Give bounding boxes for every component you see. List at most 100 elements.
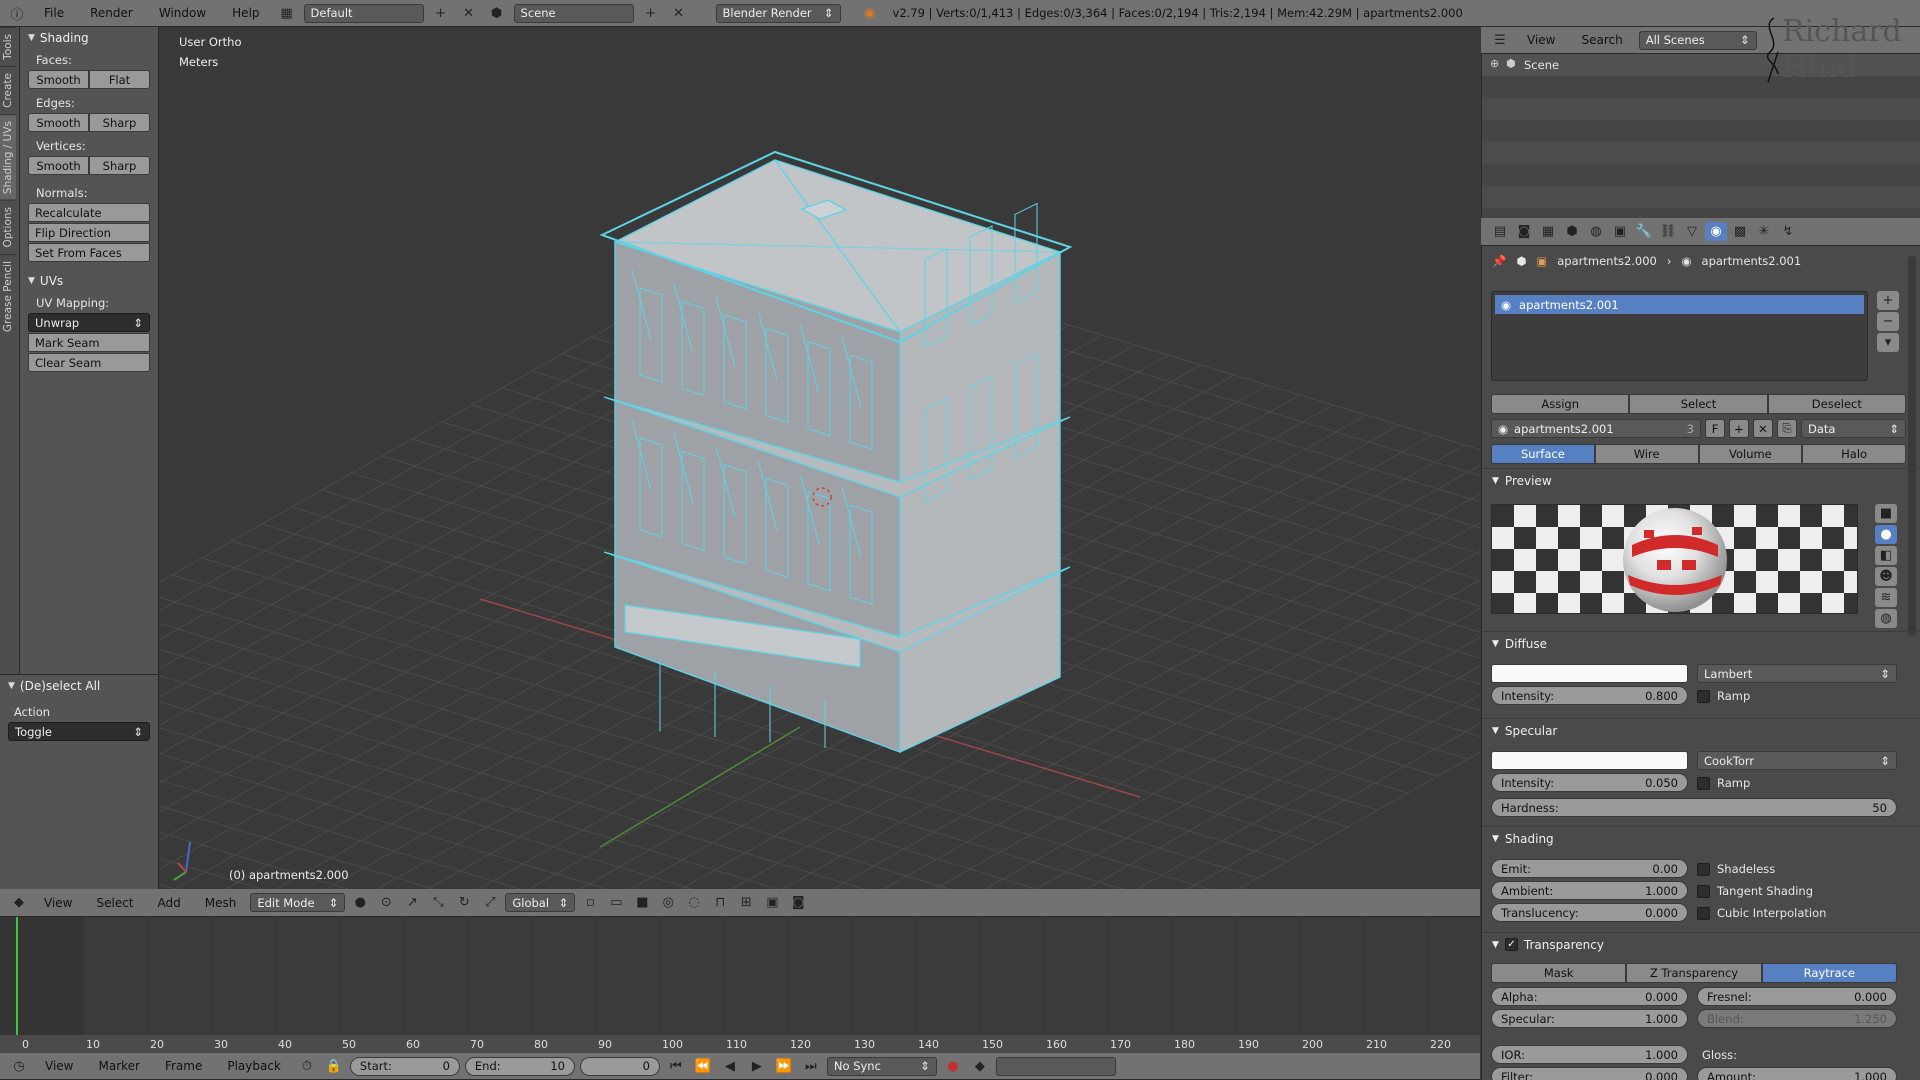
scene-tab-icon[interactable]: ⬢: [1561, 222, 1583, 241]
layout-grid-icon[interactable]: ▦: [276, 4, 298, 23]
add-slot-icon[interactable]: +: [1877, 291, 1899, 310]
add-layout-icon[interactable]: +: [430, 4, 452, 23]
snap-icon[interactable]: ⊓: [709, 893, 731, 912]
gloss-amount-field[interactable]: Amount: 1.000: [1697, 1067, 1897, 1080]
flip-direction-button[interactable]: Flip Direction: [28, 223, 150, 242]
translucency-field[interactable]: Translucency: 0.000: [1491, 903, 1688, 922]
play-reverse-icon[interactable]: ◀: [719, 1057, 741, 1076]
z-transparency-button[interactable]: Z Transparency: [1626, 963, 1762, 983]
outliner-menu-search[interactable]: Search: [1571, 33, 1632, 47]
preview-range-icon[interactable]: ⏱: [296, 1057, 318, 1076]
action-dropdown[interactable]: Toggle ⇕: [8, 722, 150, 741]
jump-start-icon[interactable]: ⏮: [665, 1057, 687, 1076]
cubic-interpolation-checkbox[interactable]: Cubic Interpolation: [1697, 906, 1826, 920]
prev-key-icon[interactable]: ⏪: [692, 1057, 714, 1076]
specular-color-swatch[interactable]: [1491, 751, 1688, 770]
material-tab-icon[interactable]: ◉: [1705, 222, 1727, 241]
tab-create[interactable]: Create: [0, 65, 16, 114]
transparency-panel-header[interactable]: ▼ ✓ Transparency: [1482, 932, 1920, 956]
remove-scene-icon[interactable]: ✕: [668, 4, 690, 23]
manipulator-icon[interactable]: ↗: [401, 893, 423, 912]
mask-button[interactable]: Mask: [1491, 963, 1627, 983]
ambient-field[interactable]: Ambient: 1.000: [1491, 881, 1688, 900]
diffuse-intensity-field[interactable]: Intensity: 0.800: [1491, 686, 1688, 705]
proportional-edit-icon[interactable]: ◌: [683, 893, 705, 912]
physics-tab-icon[interactable]: ↯: [1777, 222, 1799, 241]
checkbox-box[interactable]: [1697, 906, 1710, 920]
set-from-faces-button[interactable]: Set From Faces: [28, 243, 150, 262]
deselect-button[interactable]: Deselect: [1767, 394, 1906, 414]
vertices-smooth-button[interactable]: Smooth: [28, 156, 89, 175]
play-icon[interactable]: ▶: [746, 1057, 768, 1076]
orientation-dropdown[interactable]: Global ⇕: [505, 893, 576, 912]
checkbox-box[interactable]: [1697, 776, 1710, 790]
info-editor-icon[interactable]: ⓘ: [6, 4, 28, 23]
properties-scrollbar[interactable]: [1908, 256, 1916, 636]
mark-seam-button[interactable]: Mark Seam: [28, 333, 150, 352]
3d-viewport[interactable]: User Ortho Meters (0) apartments2.000: [160, 27, 1480, 889]
edge-select-icon[interactable]: ▭: [605, 893, 627, 912]
texture-tab-icon[interactable]: ▩: [1729, 222, 1751, 241]
transparency-specular-field[interactable]: Specular: 1.000: [1491, 1009, 1688, 1028]
tab-surface[interactable]: Surface: [1491, 444, 1595, 464]
constraints-tab-icon[interactable]: ⛓: [1657, 222, 1679, 241]
material-name-field[interactable]: ◉ apartments2.001 3: [1491, 419, 1701, 438]
limit-selection-icon[interactable]: ◎: [657, 893, 679, 912]
menu-select[interactable]: Select: [86, 896, 143, 910]
lock-icon[interactable]: 🔒: [323, 1057, 345, 1076]
menu-help[interactable]: Help: [222, 6, 269, 20]
render-engine-dropdown[interactable]: Blender Render ⇕: [715, 3, 841, 23]
emit-field[interactable]: Emit: 0.00: [1491, 859, 1688, 878]
menu-frame[interactable]: Frame: [155, 1059, 212, 1073]
sync-dropdown[interactable]: No Sync ⇕: [826, 1056, 937, 1076]
pin-icon[interactable]: 📌: [1492, 254, 1506, 268]
preview-flat-icon[interactable]: ■: [1875, 504, 1897, 523]
properties-editor-icon[interactable]: ▤: [1489, 222, 1511, 241]
link-dropdown[interactable]: Data ⇕: [1801, 419, 1906, 438]
checkbox-box[interactable]: [1697, 884, 1710, 898]
timeline-editor[interactable]: 0 10 20 30 40 50 60 70 80 90 100 110 120 130 140 150 160…: [0, 917, 1480, 1053]
current-frame-field[interactable]: 0: [579, 1056, 660, 1076]
transparency-checkbox[interactable]: ✓: [1504, 938, 1518, 951]
shadeless-checkbox[interactable]: Shadeless: [1697, 862, 1775, 876]
alpha-field[interactable]: Alpha: 0.000: [1491, 987, 1688, 1006]
menu-playback[interactable]: Playback: [217, 1059, 291, 1073]
specular-panel-header[interactable]: ▼ Specular: [1482, 718, 1920, 742]
recalculate-button[interactable]: Recalculate: [28, 203, 150, 222]
uvs-panel-header[interactable]: ▼ UVs: [20, 270, 158, 292]
screen-layout-field[interactable]: Default: [303, 3, 424, 23]
material-browse-icon[interactable]: ◉: [1498, 422, 1508, 436]
preview-sky-icon[interactable]: ◍: [1875, 609, 1897, 628]
select-button[interactable]: Select: [1629, 394, 1768, 414]
tab-wire[interactable]: Wire: [1594, 444, 1699, 464]
particles-tab-icon[interactable]: ✳: [1753, 222, 1775, 241]
material-slot-row[interactable]: ◉ apartments2.001: [1495, 295, 1864, 314]
world-tab-icon[interactable]: ◍: [1585, 222, 1607, 241]
modifiers-tab-icon[interactable]: 🔧: [1633, 222, 1655, 241]
hardness-field[interactable]: Hardness: 50: [1491, 798, 1897, 817]
menu-tl-view[interactable]: View: [35, 1059, 83, 1073]
menu-add[interactable]: Add: [148, 896, 191, 910]
diffuse-color-swatch[interactable]: [1491, 664, 1688, 683]
rotate-icon[interactable]: ↻: [453, 893, 475, 912]
diffuse-shader-dropdown[interactable]: Lambert ⇕: [1697, 664, 1897, 683]
menu-file[interactable]: File: [34, 6, 74, 20]
clear-seam-button[interactable]: Clear Seam: [28, 353, 150, 372]
edges-smooth-button[interactable]: Smooth: [28, 113, 89, 132]
fresnel-field[interactable]: Fresnel: 0.000: [1697, 987, 1897, 1006]
preview-hair-icon[interactable]: ≋: [1875, 588, 1897, 607]
specular-intensity-field[interactable]: Intensity: 0.050: [1491, 773, 1688, 792]
keying-set-field[interactable]: [995, 1056, 1116, 1076]
slot-specials-icon[interactable]: ▾: [1877, 333, 1899, 352]
tab-tools[interactable]: Tools: [0, 27, 16, 66]
jump-end-icon[interactable]: ⏭: [800, 1057, 822, 1076]
diffuse-panel-header[interactable]: ▼ Diffuse: [1482, 631, 1920, 655]
next-key-icon[interactable]: ⏩: [773, 1057, 795, 1076]
scene-icon[interactable]: ⬢: [486, 4, 508, 23]
edges-sharp-button[interactable]: Sharp: [89, 113, 150, 132]
ior-field[interactable]: IOR: 1.000: [1491, 1045, 1688, 1064]
render-layers-tab-icon[interactable]: ▦: [1537, 222, 1559, 241]
snap-target-icon[interactable]: ⊞: [735, 893, 757, 912]
record-icon[interactable]: ●: [942, 1057, 964, 1076]
unwrap-dropdown[interactable]: Unwrap ⇕: [28, 313, 150, 332]
